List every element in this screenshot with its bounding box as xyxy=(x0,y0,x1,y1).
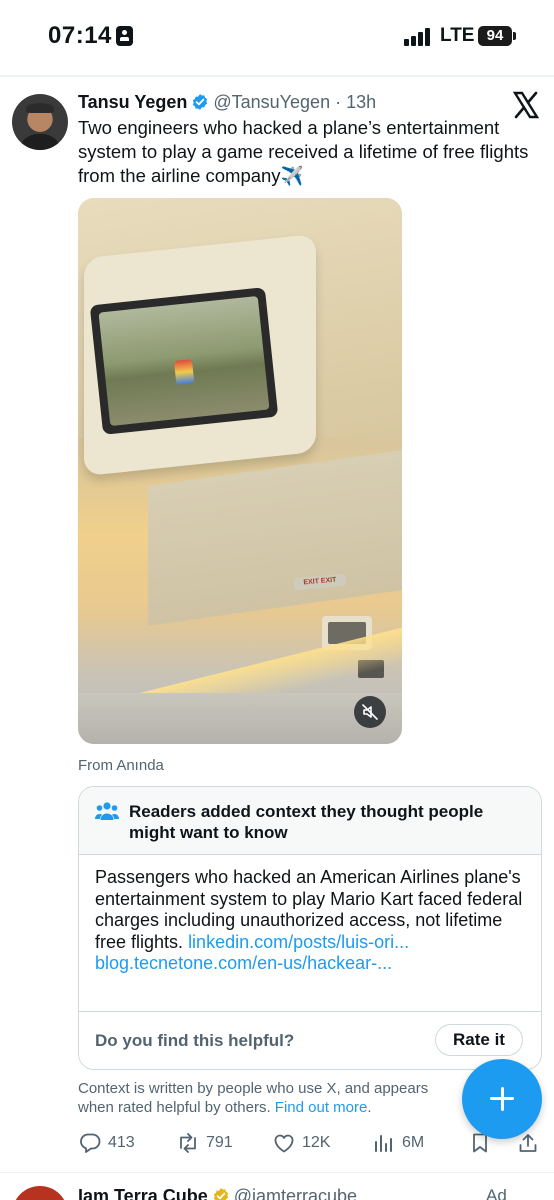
context-disclaimer: Context is written by people who use X, … xyxy=(78,1079,468,1117)
author-handle[interactable]: @TansuYegen xyxy=(213,92,330,112)
rate-it-button[interactable]: Rate it xyxy=(435,1024,523,1056)
separator: · xyxy=(335,92,342,112)
heart-icon xyxy=(274,1134,294,1153)
muted-speaker-icon xyxy=(362,704,378,720)
tweet-text: Two engineers who hacked a plane’s enter… xyxy=(78,117,529,186)
status-bar: 07:14 LTE 94 xyxy=(0,0,554,72)
author-name[interactable]: Tansu Yegen xyxy=(78,92,187,112)
community-note-footer: Do you find this helpful? Rate it xyxy=(79,1011,541,1069)
reply-icon xyxy=(80,1133,101,1153)
views-button[interactable]: 6M xyxy=(372,1130,424,1156)
cellular-signal-icon xyxy=(404,28,434,46)
next-author-handle[interactable]: @iamterracube xyxy=(234,1186,357,1200)
next-tweet-author-line: Iam Terra Cube @iamterracube xyxy=(78,1186,357,1200)
note-link-linkedin[interactable]: linkedin.com/posts/luis-ori... xyxy=(188,932,409,952)
community-note-title: Readers added context they thought peopl… xyxy=(129,802,484,842)
views-chart-icon xyxy=(375,1135,392,1152)
repost-button[interactable]: 791 xyxy=(176,1130,233,1156)
verified-badge-icon xyxy=(213,1188,228,1200)
next-author-name[interactable]: Iam Terra Cube xyxy=(78,1186,208,1200)
community-note-body: Passengers who hacked an American Airlin… xyxy=(95,867,535,975)
like-button[interactable]: 12K xyxy=(272,1130,330,1156)
status-time: 07:14 xyxy=(48,22,112,49)
next-author-avatar[interactable] xyxy=(12,1186,68,1200)
helpful-question: Do you find this helpful? xyxy=(95,1031,295,1050)
find-out-more-link[interactable]: Find out more xyxy=(275,1099,368,1116)
verified-badge-icon xyxy=(193,94,208,110)
ad-label: Ad xyxy=(486,1186,507,1200)
focus-mode-icon xyxy=(116,26,133,46)
tweet-author-line: Tansu Yegen @TansuYegen · 13h xyxy=(78,92,376,113)
reply-count: 413 xyxy=(108,1134,135,1151)
compose-button[interactable] xyxy=(462,1059,542,1139)
context-disclaimer-text: Context is written by people who use X, … xyxy=(78,1080,429,1116)
people-icon xyxy=(95,802,119,820)
mute-button[interactable] xyxy=(354,696,386,728)
tweet-timestamp[interactable]: 13h xyxy=(346,92,376,112)
divider xyxy=(0,1172,554,1173)
community-note-header: Readers added context they thought peopl… xyxy=(79,787,541,855)
reply-button[interactable]: 413 xyxy=(78,1130,135,1156)
monitor-screen xyxy=(89,287,279,435)
tweet-video[interactable]: EXIT EXIT xyxy=(78,198,402,744)
repost-icon xyxy=(180,1133,196,1153)
media-source-label[interactable]: From Anında xyxy=(78,757,164,774)
view-count: 6M xyxy=(402,1134,425,1151)
battery-icon: 94 xyxy=(478,26,516,46)
divider xyxy=(0,75,554,77)
context-disclaimer-period: . xyxy=(367,1099,372,1116)
network-type: LTE xyxy=(440,25,475,46)
note-link-blog[interactable]: blog.tecnetone.com/en-us/hackear-... xyxy=(95,953,392,973)
like-count: 12K xyxy=(302,1134,331,1151)
community-note: Readers added context they thought peopl… xyxy=(78,786,542,1070)
author-avatar[interactable] xyxy=(12,94,68,150)
repost-count: 791 xyxy=(206,1134,233,1151)
